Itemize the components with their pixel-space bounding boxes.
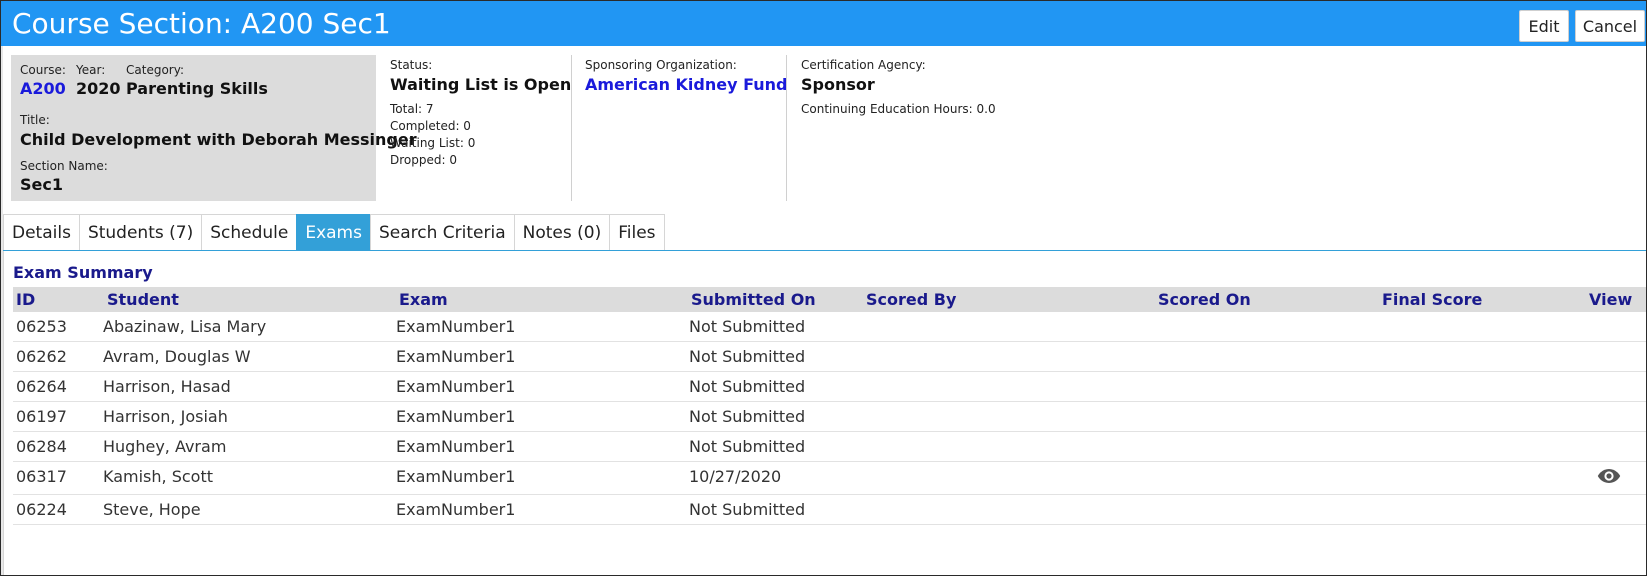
column-header-final-score[interactable]: Final Score: [1382, 287, 1482, 312]
cell-exam: ExamNumber1: [396, 437, 516, 456]
completed-count: Completed: 0: [390, 119, 471, 133]
table-row[interactable]: 06224 Steve, Hope ExamNumber1 Not Submit…: [13, 495, 1646, 525]
cell-student: Kamish, Scott: [103, 467, 213, 486]
waiting-list-count: Waiting List: 0: [390, 136, 476, 150]
cell-student: Avram, Douglas W: [103, 347, 251, 366]
course-link[interactable]: A200: [20, 79, 66, 98]
category-label: Category:: [126, 63, 184, 77]
cell-submitted-on: Not Submitted: [689, 377, 806, 396]
cell-exam: ExamNumber1: [396, 407, 516, 426]
cell-exam: ExamNumber1: [396, 347, 516, 366]
status-value: Waiting List is Open: [390, 75, 572, 94]
course-info-panel: Course: A200 Year: 2020 Category: Parent…: [11, 55, 417, 201]
cell-id: 06264: [16, 377, 67, 396]
table-row[interactable]: 06317 Kamish, Scott ExamNumber1 10/27/20…: [13, 462, 1646, 495]
column-header-student[interactable]: Student: [107, 287, 179, 312]
cell-exam: ExamNumber1: [396, 500, 516, 519]
tab-exams[interactable]: Exams: [296, 214, 371, 251]
column-header-exam[interactable]: Exam: [399, 287, 448, 312]
table-row[interactable]: 06284 Hughey, Avram ExamNumber1 Not Subm…: [13, 432, 1646, 462]
sponsoring-org-link[interactable]: American Kidney Fund: [585, 75, 787, 94]
cell-exam: ExamNumber1: [396, 377, 516, 396]
course-section-window: Course Section: A200 Sec1 Edit Cancel Co…: [0, 0, 1647, 576]
tab-students[interactable]: Students (7): [78, 214, 203, 251]
course-title-value: Child Development with Deborah Messinger: [20, 130, 417, 149]
cell-submitted-on: Not Submitted: [689, 437, 806, 456]
table-row[interactable]: 06253 Abazinaw, Lisa Mary ExamNumber1 No…: [13, 312, 1646, 342]
cancel-button[interactable]: Cancel: [1575, 10, 1645, 42]
column-header-id[interactable]: ID: [16, 287, 35, 312]
table-row[interactable]: 06264 Harrison, Hasad ExamNumber1 Not Su…: [13, 372, 1646, 402]
tab-details[interactable]: Details: [3, 214, 80, 251]
window-title: Course Section: A200 Sec1: [12, 7, 391, 40]
title-label: Title:: [20, 113, 50, 127]
section-name-value: Sec1: [20, 175, 63, 194]
certification-agency-value: Sponsor: [801, 75, 875, 94]
title-bar: Course Section: A200 Sec1 Edit Cancel: [1, 1, 1646, 46]
exam-summary-title: Exam Summary: [13, 263, 153, 282]
eye-icon[interactable]: [1597, 468, 1621, 484]
cell-student: Hughey, Avram: [103, 437, 227, 456]
table-row[interactable]: 06197 Harrison, Josiah ExamNumber1 Not S…: [13, 402, 1646, 432]
edit-button[interactable]: Edit: [1519, 10, 1569, 42]
cell-submitted-on: 10/27/2020: [689, 467, 782, 486]
year-label: Year:: [76, 63, 106, 77]
course-label: Course:: [20, 63, 66, 77]
cell-submitted-on: Not Submitted: [689, 500, 806, 519]
cell-submitted-on: Not Submitted: [689, 317, 806, 336]
tab-notes[interactable]: Notes (0): [513, 214, 611, 251]
cell-student: Abazinaw, Lisa Mary: [103, 317, 267, 336]
status-label: Status:: [390, 58, 433, 72]
column-header-view[interactable]: View: [1589, 287, 1632, 312]
cell-exam: ExamNumber1: [396, 467, 516, 486]
column-header-scored-by[interactable]: Scored By: [866, 287, 956, 312]
cell-id: 06253: [16, 317, 67, 336]
cell-id: 06284: [16, 437, 67, 456]
table-row[interactable]: 06262 Avram, Douglas W ExamNumber1 Not S…: [13, 342, 1646, 372]
info-divider: [786, 55, 787, 201]
dropped-count: Dropped: 0: [390, 153, 457, 167]
continuing-education-hours: Continuing Education Hours: 0.0: [801, 102, 996, 116]
total-count: Total: 7: [390, 102, 434, 116]
tab-files[interactable]: Files: [609, 214, 665, 251]
certification-agency-label: Certification Agency:: [801, 58, 926, 72]
exam-table-body: 06253 Abazinaw, Lisa Mary ExamNumber1 No…: [13, 312, 1646, 525]
section-name-label: Section Name:: [20, 159, 108, 173]
year-value: 2020: [76, 79, 121, 98]
tab-schedule[interactable]: Schedule: [201, 214, 298, 251]
cell-exam: ExamNumber1: [396, 317, 516, 336]
section-tabs: Details Students (7) Schedule Exams Sear…: [3, 214, 665, 251]
cell-submitted-on: Not Submitted: [689, 407, 806, 426]
info-divider: [571, 55, 572, 201]
column-header-scored-on[interactable]: Scored On: [1158, 287, 1251, 312]
cell-student: Harrison, Josiah: [103, 407, 228, 426]
exam-table-header: ID Student Exam Submitted On Scored By S…: [13, 287, 1646, 312]
cell-student: Harrison, Hasad: [103, 377, 231, 396]
cell-submitted-on: Not Submitted: [689, 347, 806, 366]
cell-id: 06317: [16, 467, 67, 486]
cell-id: 06197: [16, 407, 67, 426]
cell-id: 06262: [16, 347, 67, 366]
sponsoring-org-label: Sponsoring Organization:: [585, 58, 737, 72]
cell-id: 06224: [16, 500, 67, 519]
column-header-submitted-on[interactable]: Submitted On: [691, 287, 816, 312]
category-value: Parenting Skills: [126, 79, 268, 98]
cell-student: Steve, Hope: [103, 500, 201, 519]
tab-search-criteria[interactable]: Search Criteria: [369, 214, 515, 251]
